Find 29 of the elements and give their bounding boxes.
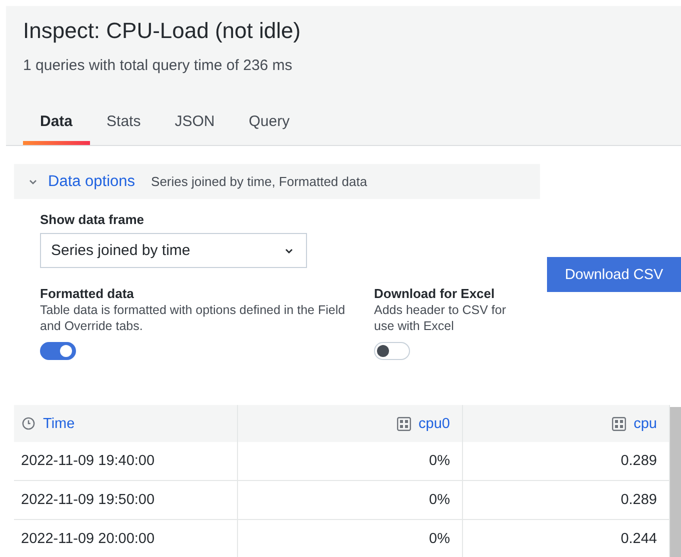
- options-summary: Series joined by time, Formatted data: [151, 174, 368, 189]
- switch-description: Table data is formatted with options defined in the Field and Override tabs.: [40, 302, 346, 334]
- tab[interactable]: JSON: [158, 103, 232, 145]
- tab[interactable]: Query: [232, 103, 307, 145]
- data-frame-select[interactable]: Series joined by time: [40, 233, 307, 268]
- switch-label: Download for Excel: [374, 286, 496, 301]
- table-cell: 2022-11-09 19:40:00: [14, 442, 238, 480]
- table-cell: 0%: [238, 520, 463, 557]
- switch-description: Adds header to CSV for use with Excel: [374, 302, 508, 334]
- table-cell: 2022-11-09 19:50:00: [14, 481, 238, 519]
- inspect-title: Inspect: CPU-Load (not idle): [23, 18, 302, 44]
- grid-icon: [396, 416, 411, 430]
- field-label: Show data frame: [40, 212, 146, 227]
- options-bar[interactable]: Data options Series joined by time, Formatted data: [14, 164, 540, 199]
- grid-icon: [612, 416, 626, 430]
- switch-label: Formatted data: [40, 286, 135, 301]
- download-csv-button[interactable]: Download CSV: [547, 257, 681, 292]
- toggle-switch[interactable]: [40, 342, 76, 360]
- options-label: Data options: [48, 172, 136, 190]
- table-cell: 0%: [238, 442, 463, 480]
- query-summary: 1 queries with total query time of 236 ms: [23, 57, 294, 74]
- column-header[interactable]: Time: [14, 405, 238, 442]
- tab[interactable]: Stats: [90, 103, 158, 145]
- column-header[interactable]: cpu0: [238, 405, 463, 442]
- clock-icon: [22, 417, 35, 430]
- tab[interactable]: Data: [23, 103, 90, 145]
- scrollbar[interactable]: [670, 407, 681, 557]
- table-cell: 0%: [238, 481, 463, 519]
- table-cell: 2022-11-09 20:00:00: [14, 520, 238, 557]
